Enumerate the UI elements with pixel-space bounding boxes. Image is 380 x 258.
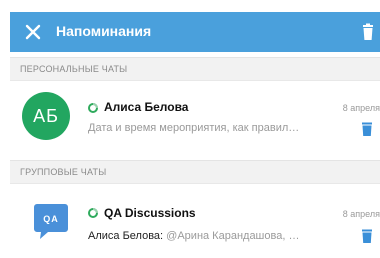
section-header-group: ГРУППОВЫЕ ЧАТЫ: [10, 160, 380, 184]
delete-all-button[interactable]: [358, 22, 378, 42]
section-label: ГРУППОВЫЕ ЧАТЫ: [20, 167, 107, 177]
group-avatar-text: QA: [43, 214, 59, 224]
avatar: АБ: [22, 92, 70, 140]
chat-date: 8 апреля: [342, 103, 380, 113]
trash-icon: [362, 122, 372, 136]
trash-icon: [363, 23, 373, 40]
online-status-icon: [88, 208, 98, 218]
delete-reminder-button[interactable]: [360, 228, 374, 244]
chat-name: QA Discussions: [104, 206, 196, 220]
close-icon: [25, 24, 41, 40]
online-status-icon: [88, 103, 98, 113]
chat-date: 8 апреля: [342, 209, 380, 219]
close-button[interactable]: [22, 21, 44, 43]
chat-preview: Дата и время мероприятия, как правил…: [88, 122, 300, 134]
chat-preview: Алиса Белова: @Арина Карандашова, …: [88, 230, 350, 242]
chat-item-qa-discussions[interactable]: QA QA Discussions 8 апреля Алиса Белова:…: [10, 200, 380, 258]
reminders-header: Напоминания: [10, 12, 380, 52]
group-chat-icon: QA: [34, 204, 68, 239]
section-header-personal: ПЕРСОНАЛЬНЫЕ ЧАТЫ: [10, 57, 380, 81]
preview-author: Алиса Белова:: [88, 230, 164, 242]
delete-reminder-button[interactable]: [360, 121, 374, 137]
trash-icon: [362, 229, 372, 243]
chat-name: Алиса Белова: [104, 100, 189, 114]
page-title: Напоминания: [56, 23, 152, 39]
chat-item-alisa-belova[interactable]: АБ Алиса Белова 8 апреля Дата и время ме…: [10, 85, 380, 155]
section-label: ПЕРСОНАЛЬНЫЕ ЧАТЫ: [20, 64, 128, 74]
preview-mention: @Арина Карандашова, …: [166, 230, 300, 242]
